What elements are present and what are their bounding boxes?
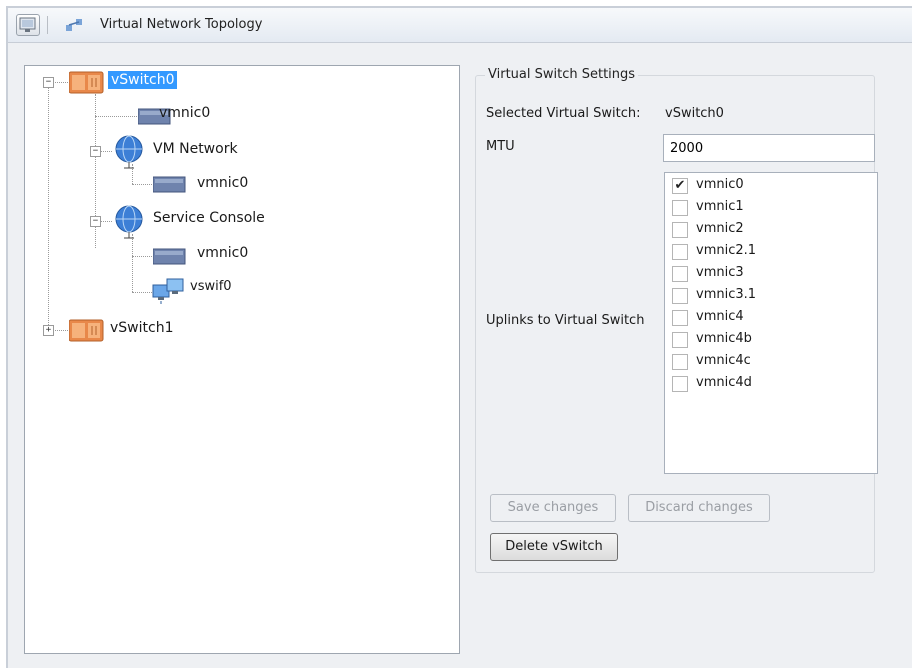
uplink-item-7[interactable]: vmnic4b [665,329,877,351]
tree-node-service-console[interactable]: Service Console [153,210,265,226]
uplink-checkbox[interactable] [672,222,688,238]
uplink-checkbox[interactable] [672,266,688,282]
uplink-label: vmnic4d [696,375,752,390]
delete-vswitch-button[interactable]: Delete vSwitch [490,533,618,561]
uplink-label: vmnic2.1 [696,243,757,258]
tree-node-vmnic0[interactable]: vmnic0 [197,175,248,191]
tree-line [132,184,152,185]
uplink-label: vmnic3 [696,265,744,280]
tree-line [95,116,137,117]
topology-window: Virtual Network Topology − vSwitch0 vmni… [6,6,912,668]
uplinks-list[interactable]: ✔ vmnic0 vmnic1 vmnic2 vmnic2.1 vmnic3 vmnic3.… [664,172,878,474]
uplink-checkbox[interactable]: ✔ [672,178,688,194]
tree-node-vm-network[interactable]: VM Network [153,141,238,157]
nic-icon [153,176,186,193]
uplink-checkbox[interactable] [672,310,688,326]
tree-node-vswif0[interactable]: vswif0 [190,279,232,294]
uplink-item-0[interactable]: ✔ vmnic0 [665,175,877,197]
tree-line [132,292,152,293]
uplink-checkbox[interactable] [672,354,688,370]
tree-node-vmnic0[interactable]: vmnic0 [197,245,248,261]
uplink-item-4[interactable]: vmnic3 [665,263,877,285]
uplink-label: vmnic4 [696,309,744,324]
uplink-checkbox[interactable] [672,200,688,216]
uplink-label: vmnic0 [696,177,744,192]
uplink-item-8[interactable]: vmnic4c [665,351,877,373]
tree-node-vmnic0[interactable]: vmnic0 [159,105,210,121]
view-toggle-button[interactable] [16,14,40,36]
selected-switch-value: vSwitch0 [665,106,724,121]
title-bar: Virtual Network Topology [8,8,912,43]
uplink-checkbox[interactable] [672,332,688,348]
uplink-item-5[interactable]: vmnic3.1 [665,285,877,307]
network-computers-icon [152,278,184,304]
uplink-checkbox[interactable] [672,288,688,304]
uplink-item-6[interactable]: vmnic4 [665,307,877,329]
vswitch-icon [69,71,104,94]
topology-tree[interactable]: − vSwitch0 vmnic0 − VM Network vmnic0 − … [24,65,460,654]
toolbar-separator [47,16,48,34]
globe-icon [115,205,143,239]
collapse-toggle[interactable]: − [43,77,54,88]
settings-group-title: Virtual Switch Settings [485,67,639,82]
tree-line [132,256,152,257]
vswitch-icon [69,319,104,342]
tree-node-vswitch1[interactable]: vSwitch1 [110,320,173,336]
uplink-label: vmnic2 [696,221,744,236]
uplink-label: vmnic1 [696,199,744,214]
save-changes-button[interactable]: Save changes [490,494,616,522]
tree-line [48,87,49,325]
uplink-label: vmnic4c [696,353,751,368]
tree-node-vswitch0[interactable]: vSwitch0 [108,71,178,89]
mtu-label: MTU [486,139,515,154]
topology-icon [66,19,82,31]
monitor-icon [19,17,36,32]
tree-line [132,234,133,292]
discard-changes-button[interactable]: Discard changes [628,494,770,522]
tree-line [100,151,112,152]
selected-switch-label: Selected Virtual Switch: [486,106,641,121]
uplink-label: vmnic3.1 [696,287,757,302]
uplink-checkbox[interactable] [672,376,688,392]
tree-line [52,330,68,331]
collapse-toggle[interactable]: − [90,216,101,227]
tree-line [52,82,68,83]
nic-icon [153,248,186,265]
uplink-checkbox[interactable] [672,244,688,260]
collapse-toggle[interactable]: − [90,146,101,157]
uplink-label: vmnic4b [696,331,752,346]
uplink-item-3[interactable]: vmnic2.1 [665,241,877,263]
uplink-item-9[interactable]: vmnic4d [665,373,877,395]
expand-toggle[interactable]: + [43,325,54,336]
main-area: − vSwitch0 vmnic0 − VM Network vmnic0 − … [8,43,912,668]
mtu-input[interactable] [663,134,875,162]
window-title: Virtual Network Topology [100,17,263,32]
uplinks-label: Uplinks to Virtual Switch [486,313,645,328]
uplink-item-1[interactable]: vmnic1 [665,197,877,219]
globe-icon [115,135,143,169]
uplink-item-2[interactable]: vmnic2 [665,219,877,241]
tree-line [100,221,112,222]
